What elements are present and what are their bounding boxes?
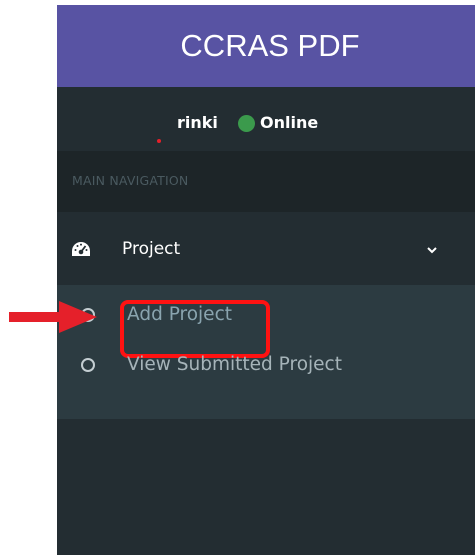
right-arrow-icon: [9, 301, 97, 333]
submenu-item-label: View Submitted Project: [127, 354, 342, 375]
brand-title: CCRAS PDF: [180, 28, 360, 63]
circle-icon: [81, 358, 95, 372]
chevron-down-icon[interactable]: [425, 242, 439, 256]
online-status-icon: [238, 114, 255, 132]
brand-logo[interactable]: CCRAS PDF: [57, 5, 475, 87]
user-status-label: Online: [260, 113, 319, 132]
dashboard-icon: [71, 240, 91, 258]
sidebar: CCRAS PDF rinki Online MAIN NAVIGATION P…: [57, 5, 475, 555]
sidebar-item-label: Project: [122, 239, 181, 259]
user-panel: rinki Online: [57, 87, 475, 151]
user-avatar-dot: [157, 139, 161, 143]
sidebar-item-project[interactable]: Project: [57, 212, 475, 285]
user-name: rinki: [177, 113, 218, 132]
project-submenu: Add Project View Submitted Project: [57, 285, 475, 419]
user-status: Online: [238, 113, 318, 133]
nav-header: MAIN NAVIGATION: [57, 151, 475, 212]
submenu-item-view-submitted-project[interactable]: View Submitted Project: [57, 345, 475, 385]
submenu-item-add-project[interactable]: Add Project: [57, 295, 475, 358]
